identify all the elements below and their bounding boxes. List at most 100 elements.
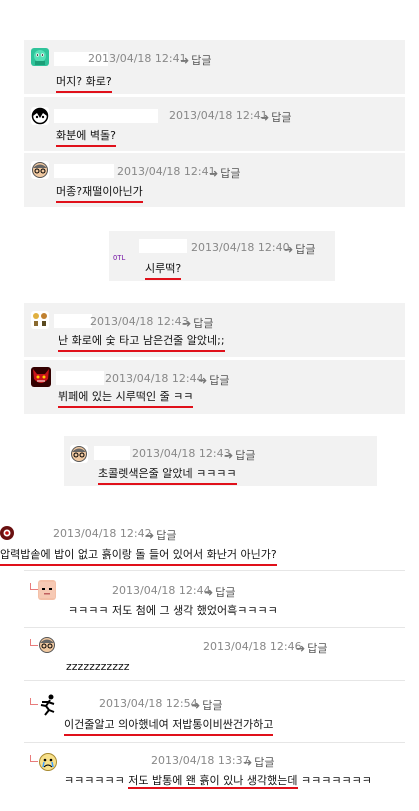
comment-date: 2013/04/18 12:46 [203, 640, 302, 653]
comment-text: 난 화로에 숯 타고 남은건줄 알았네;; [58, 332, 225, 352]
crying-face-avatar-icon [38, 752, 58, 772]
comment-text-highlight: 저도 밥통에 왠 흙이 있나 생각했는데 [128, 774, 298, 789]
comment-text-post: ㅋㅋㅋㅋㅋㅋㅋ [297, 774, 372, 787]
black-face-avatar-icon [31, 107, 49, 125]
divider [24, 680, 405, 681]
comment-date: 2013/04/18 12:44 [112, 584, 211, 597]
small-figures-avatar-icon [31, 311, 49, 329]
reply-arrow-icon: ➜ [145, 529, 155, 542]
comment-text: zzzzzzzzzzz [66, 660, 130, 673]
comment-text-pre: ㅋㅋㅋㅋㅋㅋ [64, 774, 129, 787]
reply-button[interactable]: ➜ 답글 [243, 754, 274, 770]
reply-comment: 2013/04/18 12:44 ➜ 답글 ㅋㅋㅋㅋ 저도 첨에 그 생각 했었어… [38, 576, 408, 624]
reply-indent-marker [30, 639, 38, 646]
comment-text: ㅋㅋㅋㅋㅋㅋ 저도 밥통에 왠 흙이 있나 생각했는데 ㅋㅋㅋㅋㅋㅋㅋ [64, 772, 372, 790]
reply-button[interactable]: ➜ 답글 [145, 527, 176, 543]
divider [24, 570, 405, 571]
reply-arrow-icon: ➜ [204, 586, 214, 599]
reply-label: 답글 [254, 756, 275, 769]
reply-arrow-icon: ➜ [296, 642, 306, 655]
reply-label: 답글 [193, 317, 214, 330]
reply-label: 답글 [209, 374, 230, 387]
comment-block: 2013/04/18 12:44 ➜ 답글 뷔페에 있는 시루떡인 줄 ㅋㅋ [24, 360, 405, 414]
reply-arrow-icon: ➜ [284, 243, 294, 256]
reply-label: 답글 [220, 167, 241, 180]
comment-date: 2013/04/18 12:42 [53, 527, 152, 540]
username[interactable] [139, 239, 187, 253]
reply-button[interactable]: ➜ 답글 [209, 165, 240, 181]
red-eye-avatar-icon [0, 524, 16, 542]
glasses-man-avatar-icon [70, 445, 88, 463]
divider [24, 742, 405, 743]
green-monster-avatar-icon [31, 48, 49, 66]
reply-button[interactable]: ➜ 답글 [191, 697, 222, 713]
username[interactable] [56, 371, 104, 385]
comment-text: 초콜렛색은줄 알았네 ㅋㅋㅋㅋ [98, 465, 237, 485]
reply-button[interactable]: ➜ 답글 [296, 640, 327, 656]
comment-block: 2013/04/18 12:41 ➜ 답글 머지? 화로? [24, 40, 405, 94]
reply-button[interactable]: ➜ 답글 [182, 315, 213, 331]
reply-comment: 2013/04/18 12:54 ➜ 답글 이건줄알고 의아했네여 저밥통이비싼건… [38, 690, 408, 738]
comment-text: 화분에 벽돌? [56, 127, 116, 147]
comment-text: 머종?재떨이아닌가 [56, 183, 143, 203]
username[interactable] [60, 636, 198, 650]
reply-arrow-icon: ➜ [243, 756, 253, 769]
reply-arrow-icon: ➜ [198, 374, 208, 387]
comment-date: 2013/04/18 12:44 [105, 372, 204, 385]
comment-block: 2013/04/18 12:43 ➜ 답글 난 화로에 숯 타고 남은건줄 알았네… [24, 303, 405, 357]
username[interactable] [60, 696, 96, 710]
comment-date: 2013/04/18 12:41 [88, 52, 187, 65]
reply-indent-marker [30, 698, 38, 705]
comment-text: 이건줄알고 의아했네여 저밥통이비싼건가하고 [64, 716, 274, 736]
comment-date: 2013/04/18 12:43 [90, 315, 189, 328]
pink-face-avatar-icon [38, 580, 56, 600]
comment-date: 2013/04/18 12:41 [169, 109, 268, 122]
comment-block: 2013/04/18 12:41 ➜ 답글 머종?재떨이아닌가 [24, 153, 405, 207]
reply-arrow-icon: ➜ [209, 167, 219, 180]
reply-label: 답글 [271, 111, 292, 124]
username[interactable] [22, 523, 52, 537]
username[interactable] [54, 109, 158, 123]
username[interactable] [60, 582, 110, 596]
reply-arrow-icon: ➜ [260, 111, 270, 124]
username[interactable] [94, 446, 130, 460]
reply-comment: 2013/04/18 13:37 ➜ 답글 ㅋㅋㅋㅋㅋㅋ 저도 밥통에 왠 흙이 … [38, 748, 419, 798]
comment-text: 시루떡? [145, 260, 182, 280]
username[interactable] [54, 314, 92, 328]
reply-label: 답글 [202, 699, 223, 712]
reply-label: 답글 [295, 243, 316, 256]
running-man-avatar-icon [38, 694, 58, 716]
reply-arrow-icon: ➜ [180, 54, 190, 67]
reply-button[interactable]: ➜ 답글 [198, 372, 229, 388]
comment-date: 2013/04/18 12:43 [132, 447, 231, 460]
comment-date: 2013/04/18 13:37 [151, 754, 250, 767]
reply-button[interactable]: ➜ 답글 [284, 241, 315, 257]
reply-label: 답글 [156, 529, 177, 542]
reply-comment: 2013/04/18 12:46 ➜ 답글 zzzzzzzzzzz [38, 632, 408, 678]
glasses-man-avatar-icon [38, 636, 56, 654]
reply-label: 답글 [191, 54, 212, 67]
username[interactable] [62, 752, 148, 766]
divider [24, 627, 405, 628]
comment-date: 2013/04/18 12:41 [117, 165, 216, 178]
reply-label: 답글 [235, 449, 256, 462]
reply-label: 답글 [307, 642, 328, 655]
comment-date: 2013/04/18 12:54 [99, 697, 198, 710]
comment-text: ㅋㅋㅋㅋ 저도 첨에 그 생각 했었어흑ㅋㅋㅋㅋ [68, 604, 278, 617]
comment-text: 압력밥솥에 밥이 없고 흙이랑 돌 들어 있어서 화난거 아닌가? [0, 546, 277, 566]
reply-arrow-icon: ➜ [182, 317, 192, 330]
reply-arrow-icon: ➜ [224, 449, 234, 462]
otl-avatar-icon: OTL [113, 254, 126, 262]
comment-text: 뷔페에 있는 시루떡인 줄 ㅋㅋ [58, 388, 194, 408]
reply-button[interactable]: ➜ 답글 [260, 109, 291, 125]
reply-button[interactable]: ➜ 답글 [204, 584, 235, 600]
reply-button[interactable]: ➜ 답글 [224, 447, 255, 463]
reply-label: 답글 [215, 586, 236, 599]
comment-block: 2013/04/18 12:42 ➜ 답글 압력밥솥에 밥이 없고 흙이랑 돌 들… [0, 518, 419, 568]
username[interactable] [54, 164, 114, 178]
glasses-man-avatar-icon [31, 161, 49, 179]
comment-date: 2013/04/18 12:40 [191, 241, 290, 254]
comment-block: OTL 2013/04/18 12:40 ➜ 답글 시루떡? [109, 231, 335, 281]
reply-button[interactable]: ➜ 답글 [180, 52, 211, 68]
reply-indent-marker [30, 755, 38, 762]
